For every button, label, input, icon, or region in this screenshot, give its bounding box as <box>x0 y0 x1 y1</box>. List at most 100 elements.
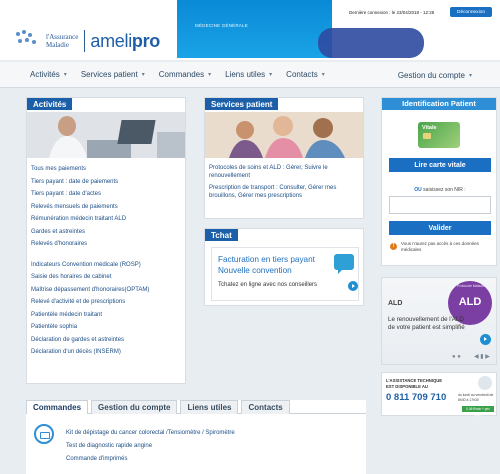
activity-link[interactable]: Patientèle médecin traitant <box>31 309 185 322</box>
activities-photo <box>27 112 185 158</box>
specialty-banner: MÉDECINE GÉNÉRALE <box>177 0 332 58</box>
nav-activites[interactable]: Activités ▾ <box>30 70 67 79</box>
services-title: Services patient <box>205 98 279 110</box>
services-panel: Services patient Protocoles de soins et … <box>204 97 364 219</box>
card-chip-icon <box>423 133 431 139</box>
activities-title: Activités <box>27 98 73 110</box>
activity-link[interactable]: Tous mes paiements <box>31 163 185 176</box>
logout-button[interactable]: Déconnexion <box>450 7 492 17</box>
warning-icon: ! <box>390 243 397 250</box>
activity-link[interactable]: Indicateurs Convention médicale (ROSP) <box>31 259 185 272</box>
tab-bar: Commandes Gestion du compte Liens utiles… <box>26 400 366 414</box>
activity-link[interactable]: Relevés d'honoraires <box>31 238 185 251</box>
activities-panel: Activités Tous mes paiements Tiers payan… <box>26 97 186 384</box>
brand-pro: pro <box>131 30 160 51</box>
activity-link[interactable]: Gardes et astreintes <box>31 226 185 239</box>
tab-liens-utiles[interactable]: Liens utiles <box>180 400 239 414</box>
vitale-card-icon: Vitale <box>418 122 460 148</box>
chevron-down-icon: ▾ <box>269 72 273 78</box>
arrow-right-icon[interactable] <box>348 281 358 291</box>
services-photo <box>205 112 363 158</box>
nav-label: Commandes <box>158 70 205 79</box>
activity-link[interactable]: Tiers payant : date d'actes <box>31 188 185 201</box>
tchat-title: Tchat <box>205 229 238 241</box>
warning-text: Vous n'aurez pas accès à ces données méd… <box>401 241 479 252</box>
nav-account[interactable]: Gestion du compte ▾ <box>398 71 472 80</box>
read-vitale-button[interactable]: Lire carte vitale <box>389 158 491 172</box>
activities-list: Tous mes paiements Tiers payant : date d… <box>31 163 185 359</box>
logo-text: l'Assurance Maladie <box>46 33 78 49</box>
nir-prompt: OU saisissez son NIR : <box>382 187 498 193</box>
activity-link[interactable]: Patientèle sophia <box>31 321 185 334</box>
tchat-card[interactable]: Facturation en tiers payant Nouvelle con… <box>211 247 359 301</box>
activity-link[interactable]: Tiers payant : date de paiements <box>31 176 185 189</box>
main-nav: Activités ▾ Services patient ▾ Commandes ▾ … <box>0 62 500 88</box>
tchat-line3: Tchatez en ligne avec nos conseillers <box>218 282 318 288</box>
ald-promo[interactable]: Protocole Maladie ALD ALD Le renouvellem… <box>381 277 497 365</box>
user-name-redacted <box>318 28 424 58</box>
arrow-right-icon[interactable] <box>480 334 491 345</box>
tech-hours: du lundi au vendredi de 8h30 à 17h30 <box>458 393 494 402</box>
chevron-down-icon: ▾ <box>321 72 325 78</box>
support-agent-icon <box>478 376 492 390</box>
logo-line2: Maladie <box>46 41 69 49</box>
tchat-panel: Tchat Facturation en tiers payant Nouvel… <box>204 228 364 306</box>
carousel-controls[interactable]: ◀ ▮ ▶ <box>474 353 490 360</box>
or-word: OU <box>414 187 422 193</box>
nav-label: Gestion du compte <box>397 71 465 80</box>
activity-link[interactable]: Saisie des horaires de cabinet <box>31 271 185 284</box>
chevron-down-icon: ▾ <box>208 72 212 78</box>
identification-panel: Identification Patient Vitale Lire carte… <box>381 97 497 266</box>
chevron-down-icon: ▾ <box>63 72 67 78</box>
nav-commandes[interactable]: Commandes ▾ <box>159 70 211 79</box>
tchat-line2: Nouvelle convention <box>218 266 292 275</box>
services-transport-link[interactable]: Prescription de transport : Consulter, G… <box>209 184 363 200</box>
validate-button[interactable]: Valider <box>389 221 491 235</box>
ald-text: Le renouvellement de l'ALD de votre pati… <box>388 316 465 331</box>
chevron-down-icon: ▾ <box>468 73 472 79</box>
logo-line1: l'Assurance <box>46 33 79 41</box>
tech-line2: EST DISPONIBLE AU <box>386 384 428 389</box>
order-link[interactable]: Test de diagnostic rapide angine <box>66 443 152 449</box>
nav-label: Services patient <box>80 70 138 79</box>
activity-link[interactable]: Déclaration d'un décès (INSERM) <box>31 346 185 359</box>
ameli-brand: amelipro <box>90 31 160 52</box>
activity-link[interactable]: Relevé d'activité et de prescriptions <box>31 296 185 309</box>
nav-liens-utiles[interactable]: Liens utiles ▾ <box>225 70 272 79</box>
nav-contacts[interactable]: Contacts ▾ <box>286 70 325 79</box>
tab-contacts[interactable]: Contacts <box>241 400 290 414</box>
activity-link[interactable]: Maîtrise dépassement d'honoraires(OPTAM) <box>31 284 185 297</box>
logo[interactable]: l'Assurance Maladie amelipro <box>14 30 160 52</box>
carousel-dots[interactable]: ● ● <box>452 354 461 360</box>
tech-support: L'ASSISTANCE TECHNIQUE EST DISPONIBLE AU… <box>381 372 497 417</box>
doctor-laptop-illustration <box>27 112 185 158</box>
tab-gestion-compte[interactable]: Gestion du compte <box>91 400 178 414</box>
activity-link[interactable]: Rémunération médecin traitant ALD <box>31 213 185 226</box>
order-link[interactable]: Commande d'imprimés <box>66 456 128 462</box>
tab-commandes[interactable]: Commandes <box>26 400 89 414</box>
vitale-card-label: Vitale <box>422 125 437 131</box>
bottom-tabs-panel: Commandes Gestion du compte Liens utiles… <box>26 400 366 474</box>
nav-services-patient[interactable]: Services patient ▾ <box>81 70 145 79</box>
activity-link[interactable]: Déclaration de gardes et astreintes <box>31 334 185 347</box>
nir-input[interactable] <box>389 196 491 214</box>
tchat-line1: Facturation en tiers payant <box>218 255 315 264</box>
identification-title: Identification Patient <box>382 98 496 110</box>
chat-bubble-icon <box>334 254 354 274</box>
logo-divider <box>84 30 86 52</box>
ald-title: ALD <box>388 300 403 307</box>
tech-phone[interactable]: 0 811 709 710 <box>386 392 446 403</box>
logo-mark-icon <box>14 30 44 52</box>
activity-link[interactable]: Relevés mensuels de paiements <box>31 201 185 214</box>
tech-price-badge: 0,06 €/min + prix appel <box>462 406 494 417</box>
last-connection: Dernière connexion : le 23/04/2018 - 12:… <box>349 10 435 15</box>
services-protocol-link[interactable]: Protocoles de soins et ALD : Gérer, Suiv… <box>209 164 363 180</box>
family-illustration <box>205 112 363 158</box>
specialty-label: MÉDECINE GÉNÉRALE <box>195 23 248 28</box>
chevron-down-icon: ▾ <box>141 72 145 78</box>
top-bar: l'Assurance Maladie amelipro MÉDECINE GÉ… <box>0 0 500 60</box>
nav-label: Activités <box>30 70 60 79</box>
brand-ameli: ameli <box>90 30 132 51</box>
activities-spacer <box>31 251 185 259</box>
order-link[interactable]: Kit de dépistage du cancer colorectal /T… <box>66 430 235 436</box>
